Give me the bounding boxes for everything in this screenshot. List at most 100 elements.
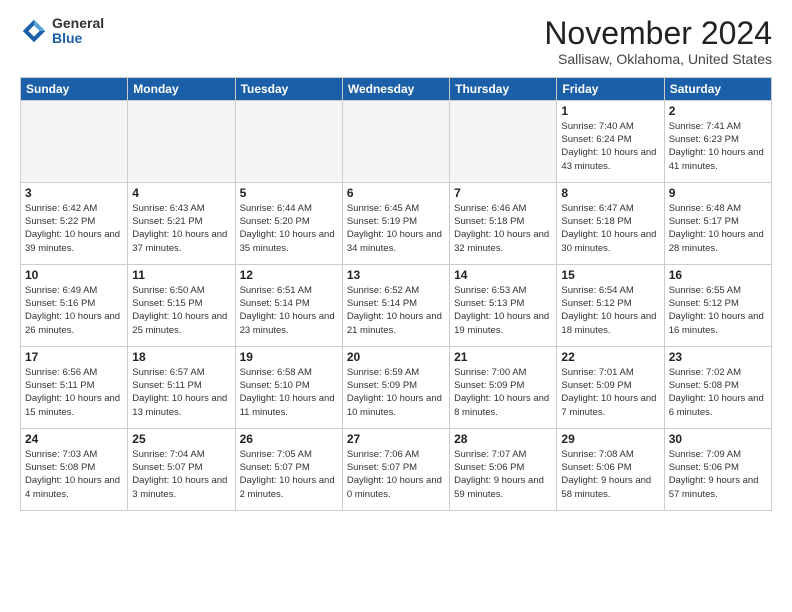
calendar-day-cell: 17Sunrise: 6:56 AMSunset: 5:11 PMDayligh… <box>21 346 128 428</box>
calendar-day-cell: 24 Sunrise: 7:03 AMSunset: 5:08 PMDayligh… <box>21 428 128 510</box>
calendar-day-cell <box>128 100 235 182</box>
logo-icon <box>20 17 48 45</box>
logo-text: General Blue <box>52 16 104 47</box>
day-info: Sunrise: 7:04 AMSunset: 5:07 PMDaylight:… <box>132 448 230 501</box>
calendar-week-row: 10 Sunrise: 6:49 AMSunset: 5:16 PMDayligh… <box>21 264 772 346</box>
day-number: 5 <box>240 186 338 200</box>
day-number: 14 <box>454 268 552 282</box>
day-number: 4 <box>132 186 230 200</box>
day-number: 27 <box>347 432 445 446</box>
day-number: 3 <box>25 186 123 200</box>
calendar-day-cell: 8 Sunrise: 6:47 AMSunset: 5:18 PMDaylight… <box>557 182 664 264</box>
day-info: Sunrise: 7:01 AMSunset: 5:09 PMDaylight:… <box>561 366 659 419</box>
day-number: 9 <box>669 186 767 200</box>
weekday-header: Monday <box>128 77 235 100</box>
calendar-day-cell: 7Sunrise: 6:46 AMSunset: 5:18 PMDaylight… <box>450 182 557 264</box>
weekday-header: Saturday <box>664 77 771 100</box>
calendar-day-cell: 19Sunrise: 6:58 AMSunset: 5:10 PMDayligh… <box>235 346 342 428</box>
day-info: Sunrise: 7:07 AMSunset: 5:06 PMDaylight:… <box>454 448 552 501</box>
day-info: Sunrise: 6:49 AMSunset: 5:16 PMDaylight:… <box>25 284 123 337</box>
calendar-day-cell: 16 Sunrise: 6:55 AMSunset: 5:12 PMDayligh… <box>664 264 771 346</box>
day-number: 1 <box>561 104 659 118</box>
day-number: 15 <box>561 268 659 282</box>
calendar-day-cell: 22 Sunrise: 7:01 AMSunset: 5:09 PMDayligh… <box>557 346 664 428</box>
day-info: Sunrise: 6:52 AMSunset: 5:14 PMDaylight:… <box>347 284 445 337</box>
calendar-day-cell: 2Sunrise: 7:41 AMSunset: 6:23 PMDaylight… <box>664 100 771 182</box>
day-number: 12 <box>240 268 338 282</box>
day-info: Sunrise: 7:02 AMSunset: 5:08 PMDaylight:… <box>669 366 767 419</box>
day-info: Sunrise: 6:47 AMSunset: 5:18 PMDaylight:… <box>561 202 659 255</box>
calendar-day-cell: 14 Sunrise: 6:53 AMSunset: 5:13 PMDayligh… <box>450 264 557 346</box>
calendar-day-cell: 11 Sunrise: 6:50 AMSunset: 5:15 PMDayligh… <box>128 264 235 346</box>
calendar-day-cell: 29Sunrise: 7:08 AMSunset: 5:06 PMDayligh… <box>557 428 664 510</box>
weekday-header: Thursday <box>450 77 557 100</box>
day-info: Sunrise: 6:55 AMSunset: 5:12 PMDaylight:… <box>669 284 767 337</box>
day-number: 11 <box>132 268 230 282</box>
calendar-table: SundayMondayTuesdayWednesdayThursdayFrid… <box>20 77 772 511</box>
logo-blue: Blue <box>52 31 104 46</box>
header: General Blue November 2024 Sallisaw, Okl… <box>20 16 772 67</box>
calendar-day-cell: 9 Sunrise: 6:48 AMSunset: 5:17 PMDaylight… <box>664 182 771 264</box>
calendar-day-cell: 4 Sunrise: 6:43 AMSunset: 5:21 PMDaylight… <box>128 182 235 264</box>
day-info: Sunrise: 6:50 AMSunset: 5:15 PMDaylight:… <box>132 284 230 337</box>
day-number: 30 <box>669 432 767 446</box>
calendar-day-cell: 25 Sunrise: 7:04 AMSunset: 5:07 PMDayligh… <box>128 428 235 510</box>
calendar-day-cell: 5Sunrise: 6:44 AMSunset: 5:20 PMDaylight… <box>235 182 342 264</box>
calendar-day-cell: 28 Sunrise: 7:07 AMSunset: 5:06 PMDayligh… <box>450 428 557 510</box>
calendar-day-cell: 20 Sunrise: 6:59 AMSunset: 5:09 PMDayligh… <box>342 346 449 428</box>
day-number: 29 <box>561 432 659 446</box>
calendar-day-cell: 10 Sunrise: 6:49 AMSunset: 5:16 PMDayligh… <box>21 264 128 346</box>
calendar-day-cell: 26 Sunrise: 7:05 AMSunset: 5:07 PMDayligh… <box>235 428 342 510</box>
day-info: Sunrise: 6:51 AMSunset: 5:14 PMDaylight:… <box>240 284 338 337</box>
weekday-header: Friday <box>557 77 664 100</box>
calendar-day-cell: 18 Sunrise: 6:57 AMSunset: 5:11 PMDayligh… <box>128 346 235 428</box>
title-block: November 2024 Sallisaw, Oklahoma, United… <box>544 16 772 67</box>
calendar-day-cell: 21 Sunrise: 7:00 AMSunset: 5:09 PMDayligh… <box>450 346 557 428</box>
day-number: 18 <box>132 350 230 364</box>
day-number: 21 <box>454 350 552 364</box>
weekday-header: Tuesday <box>235 77 342 100</box>
calendar-week-row: 3Sunrise: 6:42 AMSunset: 5:22 PMDaylight… <box>21 182 772 264</box>
day-info: Sunrise: 6:43 AMSunset: 5:21 PMDaylight:… <box>132 202 230 255</box>
day-info: Sunrise: 7:03 AMSunset: 5:08 PMDaylight:… <box>25 448 123 501</box>
day-info: Sunrise: 6:48 AMSunset: 5:17 PMDaylight:… <box>669 202 767 255</box>
day-number: 23 <box>669 350 767 364</box>
day-info: Sunrise: 6:53 AMSunset: 5:13 PMDaylight:… <box>454 284 552 337</box>
day-info: Sunrise: 6:46 AMSunset: 5:18 PMDaylight:… <box>454 202 552 255</box>
weekday-header: Sunday <box>21 77 128 100</box>
logo: General Blue <box>20 16 104 47</box>
day-info: Sunrise: 7:05 AMSunset: 5:07 PMDaylight:… <box>240 448 338 501</box>
day-number: 16 <box>669 268 767 282</box>
day-number: 22 <box>561 350 659 364</box>
day-info: Sunrise: 6:59 AMSunset: 5:09 PMDaylight:… <box>347 366 445 419</box>
day-number: 10 <box>25 268 123 282</box>
day-number: 26 <box>240 432 338 446</box>
day-info: Sunrise: 7:00 AMSunset: 5:09 PMDaylight:… <box>454 366 552 419</box>
calendar-week-row: 24 Sunrise: 7:03 AMSunset: 5:08 PMDayligh… <box>21 428 772 510</box>
calendar-day-cell: 1Sunrise: 7:40 AMSunset: 6:24 PMDaylight… <box>557 100 664 182</box>
day-info: Sunrise: 6:58 AMSunset: 5:10 PMDaylight:… <box>240 366 338 419</box>
day-number: 25 <box>132 432 230 446</box>
calendar-day-cell: 6 Sunrise: 6:45 AMSunset: 5:19 PMDaylight… <box>342 182 449 264</box>
day-number: 8 <box>561 186 659 200</box>
day-number: 28 <box>454 432 552 446</box>
day-info: Sunrise: 6:57 AMSunset: 5:11 PMDaylight:… <box>132 366 230 419</box>
day-number: 24 <box>25 432 123 446</box>
day-info: Sunrise: 7:41 AMSunset: 6:23 PMDaylight:… <box>669 120 767 173</box>
day-info: Sunrise: 6:54 AMSunset: 5:12 PMDaylight:… <box>561 284 659 337</box>
day-info: Sunrise: 6:45 AMSunset: 5:19 PMDaylight:… <box>347 202 445 255</box>
calendar-day-cell: 23 Sunrise: 7:02 AMSunset: 5:08 PMDayligh… <box>664 346 771 428</box>
calendar-week-row: 17Sunrise: 6:56 AMSunset: 5:11 PMDayligh… <box>21 346 772 428</box>
calendar-day-cell: 15 Sunrise: 6:54 AMSunset: 5:12 PMDayligh… <box>557 264 664 346</box>
calendar-day-cell <box>21 100 128 182</box>
calendar-day-cell: 30Sunrise: 7:09 AMSunset: 5:06 PMDayligh… <box>664 428 771 510</box>
weekday-header: Wednesday <box>342 77 449 100</box>
logo-general: General <box>52 16 104 31</box>
calendar-day-cell <box>342 100 449 182</box>
calendar-day-cell: 27Sunrise: 7:06 AMSunset: 5:07 PMDayligh… <box>342 428 449 510</box>
day-number: 20 <box>347 350 445 364</box>
calendar-week-row: 1Sunrise: 7:40 AMSunset: 6:24 PMDaylight… <box>21 100 772 182</box>
calendar-day-cell <box>235 100 342 182</box>
day-number: 6 <box>347 186 445 200</box>
page: General Blue November 2024 Sallisaw, Okl… <box>0 0 792 612</box>
